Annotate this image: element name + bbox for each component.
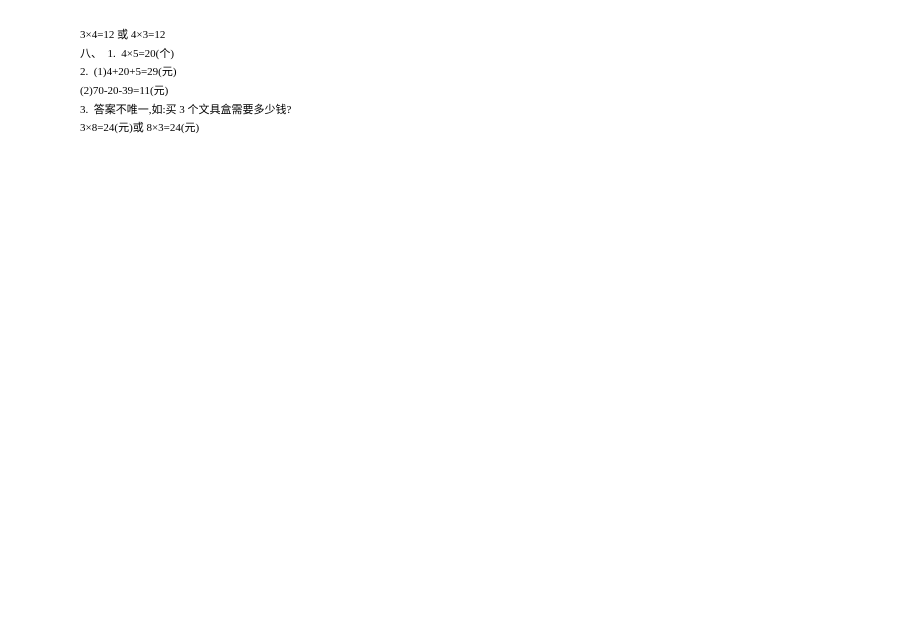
- text-line: 3×8=24(元)或 8×3=24(元): [80, 119, 920, 138]
- text-line: 3. 答案不唯一,如:买 3 个文具盒需要多少钱?: [80, 101, 920, 120]
- text-line: (2)70-20-39=11(元): [80, 82, 920, 101]
- text-line: 2. (1)4+20+5=29(元): [80, 63, 920, 82]
- document-content: 3×4=12 或 4×3=12 八、 1. 4×5=20(个) 2. (1)4+…: [80, 26, 920, 138]
- text-line: 3×4=12 或 4×3=12: [80, 26, 920, 45]
- text-line: 八、 1. 4×5=20(个): [80, 45, 920, 64]
